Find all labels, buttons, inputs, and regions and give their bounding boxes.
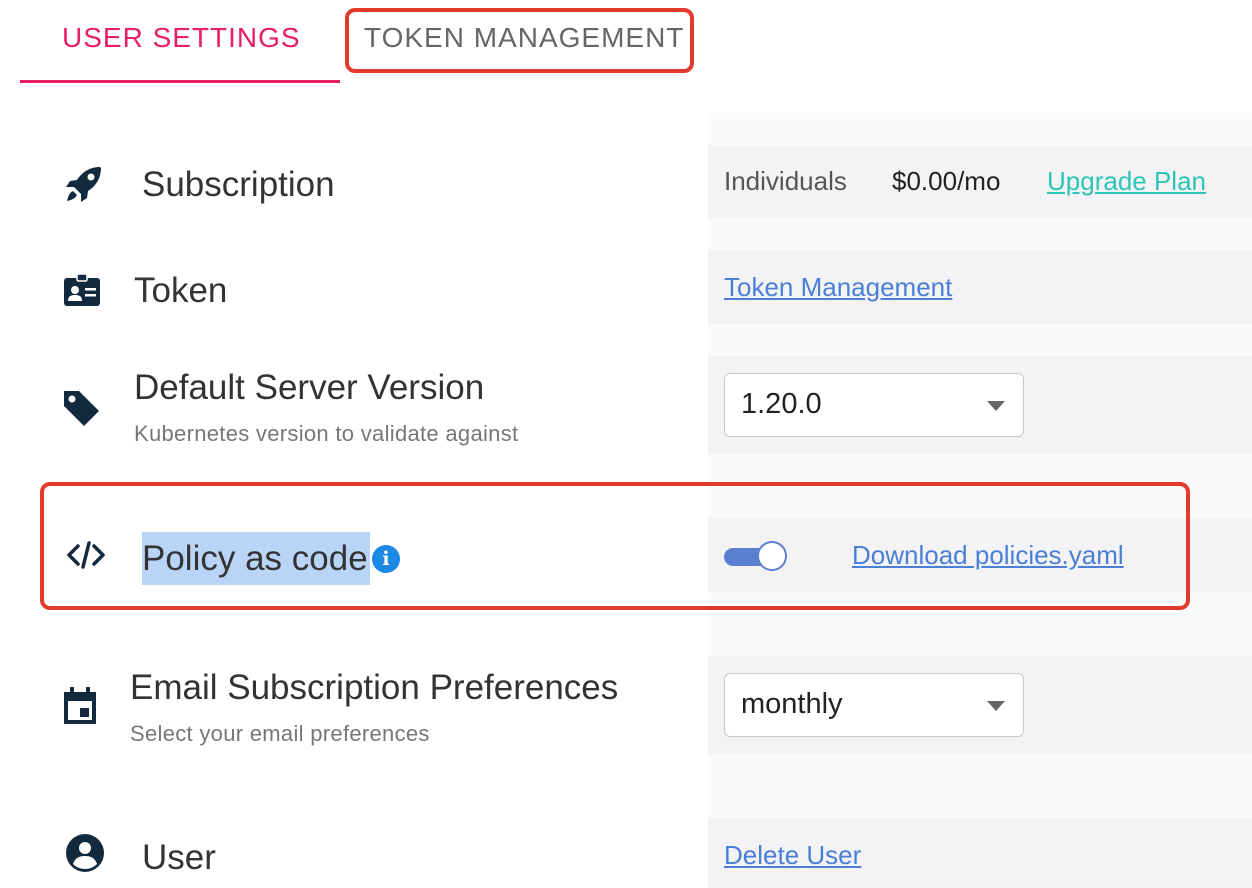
tab-user-settings[interactable]: USER SETTINGS xyxy=(62,18,301,58)
policy-toggle[interactable] xyxy=(724,541,788,571)
active-tab-indicator xyxy=(20,80,340,83)
upgrade-plan-link[interactable]: Upgrade Plan xyxy=(1047,166,1206,197)
chevron-down-icon xyxy=(987,701,1005,711)
tag-icon xyxy=(64,391,99,426)
subscription-label: Subscription xyxy=(142,165,335,204)
user-icon xyxy=(66,834,104,872)
toggle-knob xyxy=(757,541,787,571)
email-frequency-select[interactable]: monthly xyxy=(724,673,1024,737)
plan-price: $0.00/mo xyxy=(892,166,1001,196)
chevron-down-icon xyxy=(987,401,1005,411)
delete-user-link[interactable]: Delete User xyxy=(724,840,861,871)
row-bg-subscription xyxy=(20,113,708,225)
server-version-description: Kubernetes version to validate against xyxy=(134,421,519,446)
row-bg-server-version xyxy=(20,340,708,480)
policy-label: Policy as code xyxy=(142,532,370,585)
plan-name: Individuals xyxy=(724,166,847,196)
info-icon[interactable]: i xyxy=(372,545,400,573)
email-preferences-label: Email Subscription Preferences xyxy=(130,668,619,707)
download-policies-link[interactable]: Download policies.yaml xyxy=(852,540,1124,571)
tab-token-management[interactable]: TOKEN MANAGEMENT xyxy=(364,18,684,58)
token-label: Token xyxy=(134,271,228,310)
email-frequency-value: monthly xyxy=(741,688,843,720)
email-preferences-description: Select your email preferences xyxy=(130,721,430,746)
row-bg-token xyxy=(20,225,708,340)
row-bg-user xyxy=(20,785,708,888)
server-version-label: Default Server Version xyxy=(134,368,485,407)
user-label: User xyxy=(142,838,216,877)
token-management-link[interactable]: Token Management xyxy=(724,272,952,303)
server-version-select[interactable]: 1.20.0 xyxy=(724,373,1024,437)
code-icon xyxy=(67,541,105,569)
rocket-icon xyxy=(66,167,101,202)
server-version-value: 1.20.0 xyxy=(741,388,822,420)
calendar-icon xyxy=(64,687,96,724)
id-badge-icon xyxy=(64,273,100,306)
